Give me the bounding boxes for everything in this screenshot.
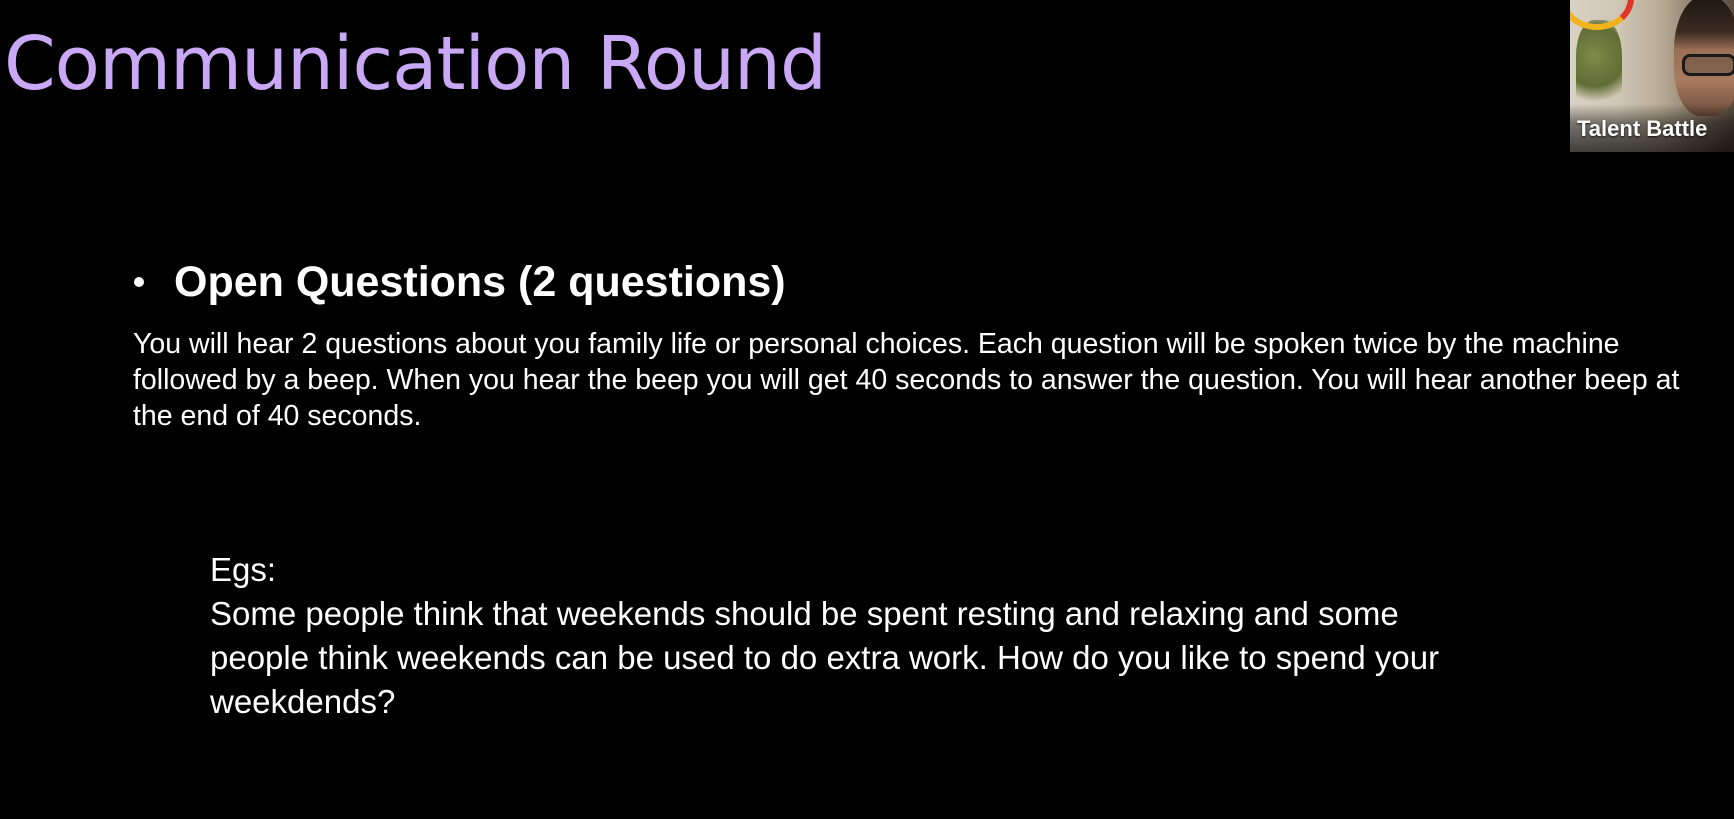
bullet-heading: Open Questions (2 questions) [174,258,786,306]
example-text: Some people think that weekends should b… [210,595,1440,720]
example-block: Egs: Some people think that weekends sho… [210,548,1470,724]
bullet-icon [134,277,144,287]
webcam-thumbnail[interactable]: Talent Battle [1570,0,1734,152]
webcam-background-plant [1576,20,1622,110]
bullet-item: Open Questions (2 questions) [130,252,786,312]
presentation-slide: Communication Round Open Questions (2 qu… [0,0,1734,819]
participant-glasses [1682,54,1734,76]
slide-title: Communication Round [4,21,827,107]
instructions-paragraph: You will hear 2 questions about you fami… [133,328,1680,432]
example-label: Egs: [210,551,277,588]
participant-name: Talent Battle [1577,116,1708,141]
